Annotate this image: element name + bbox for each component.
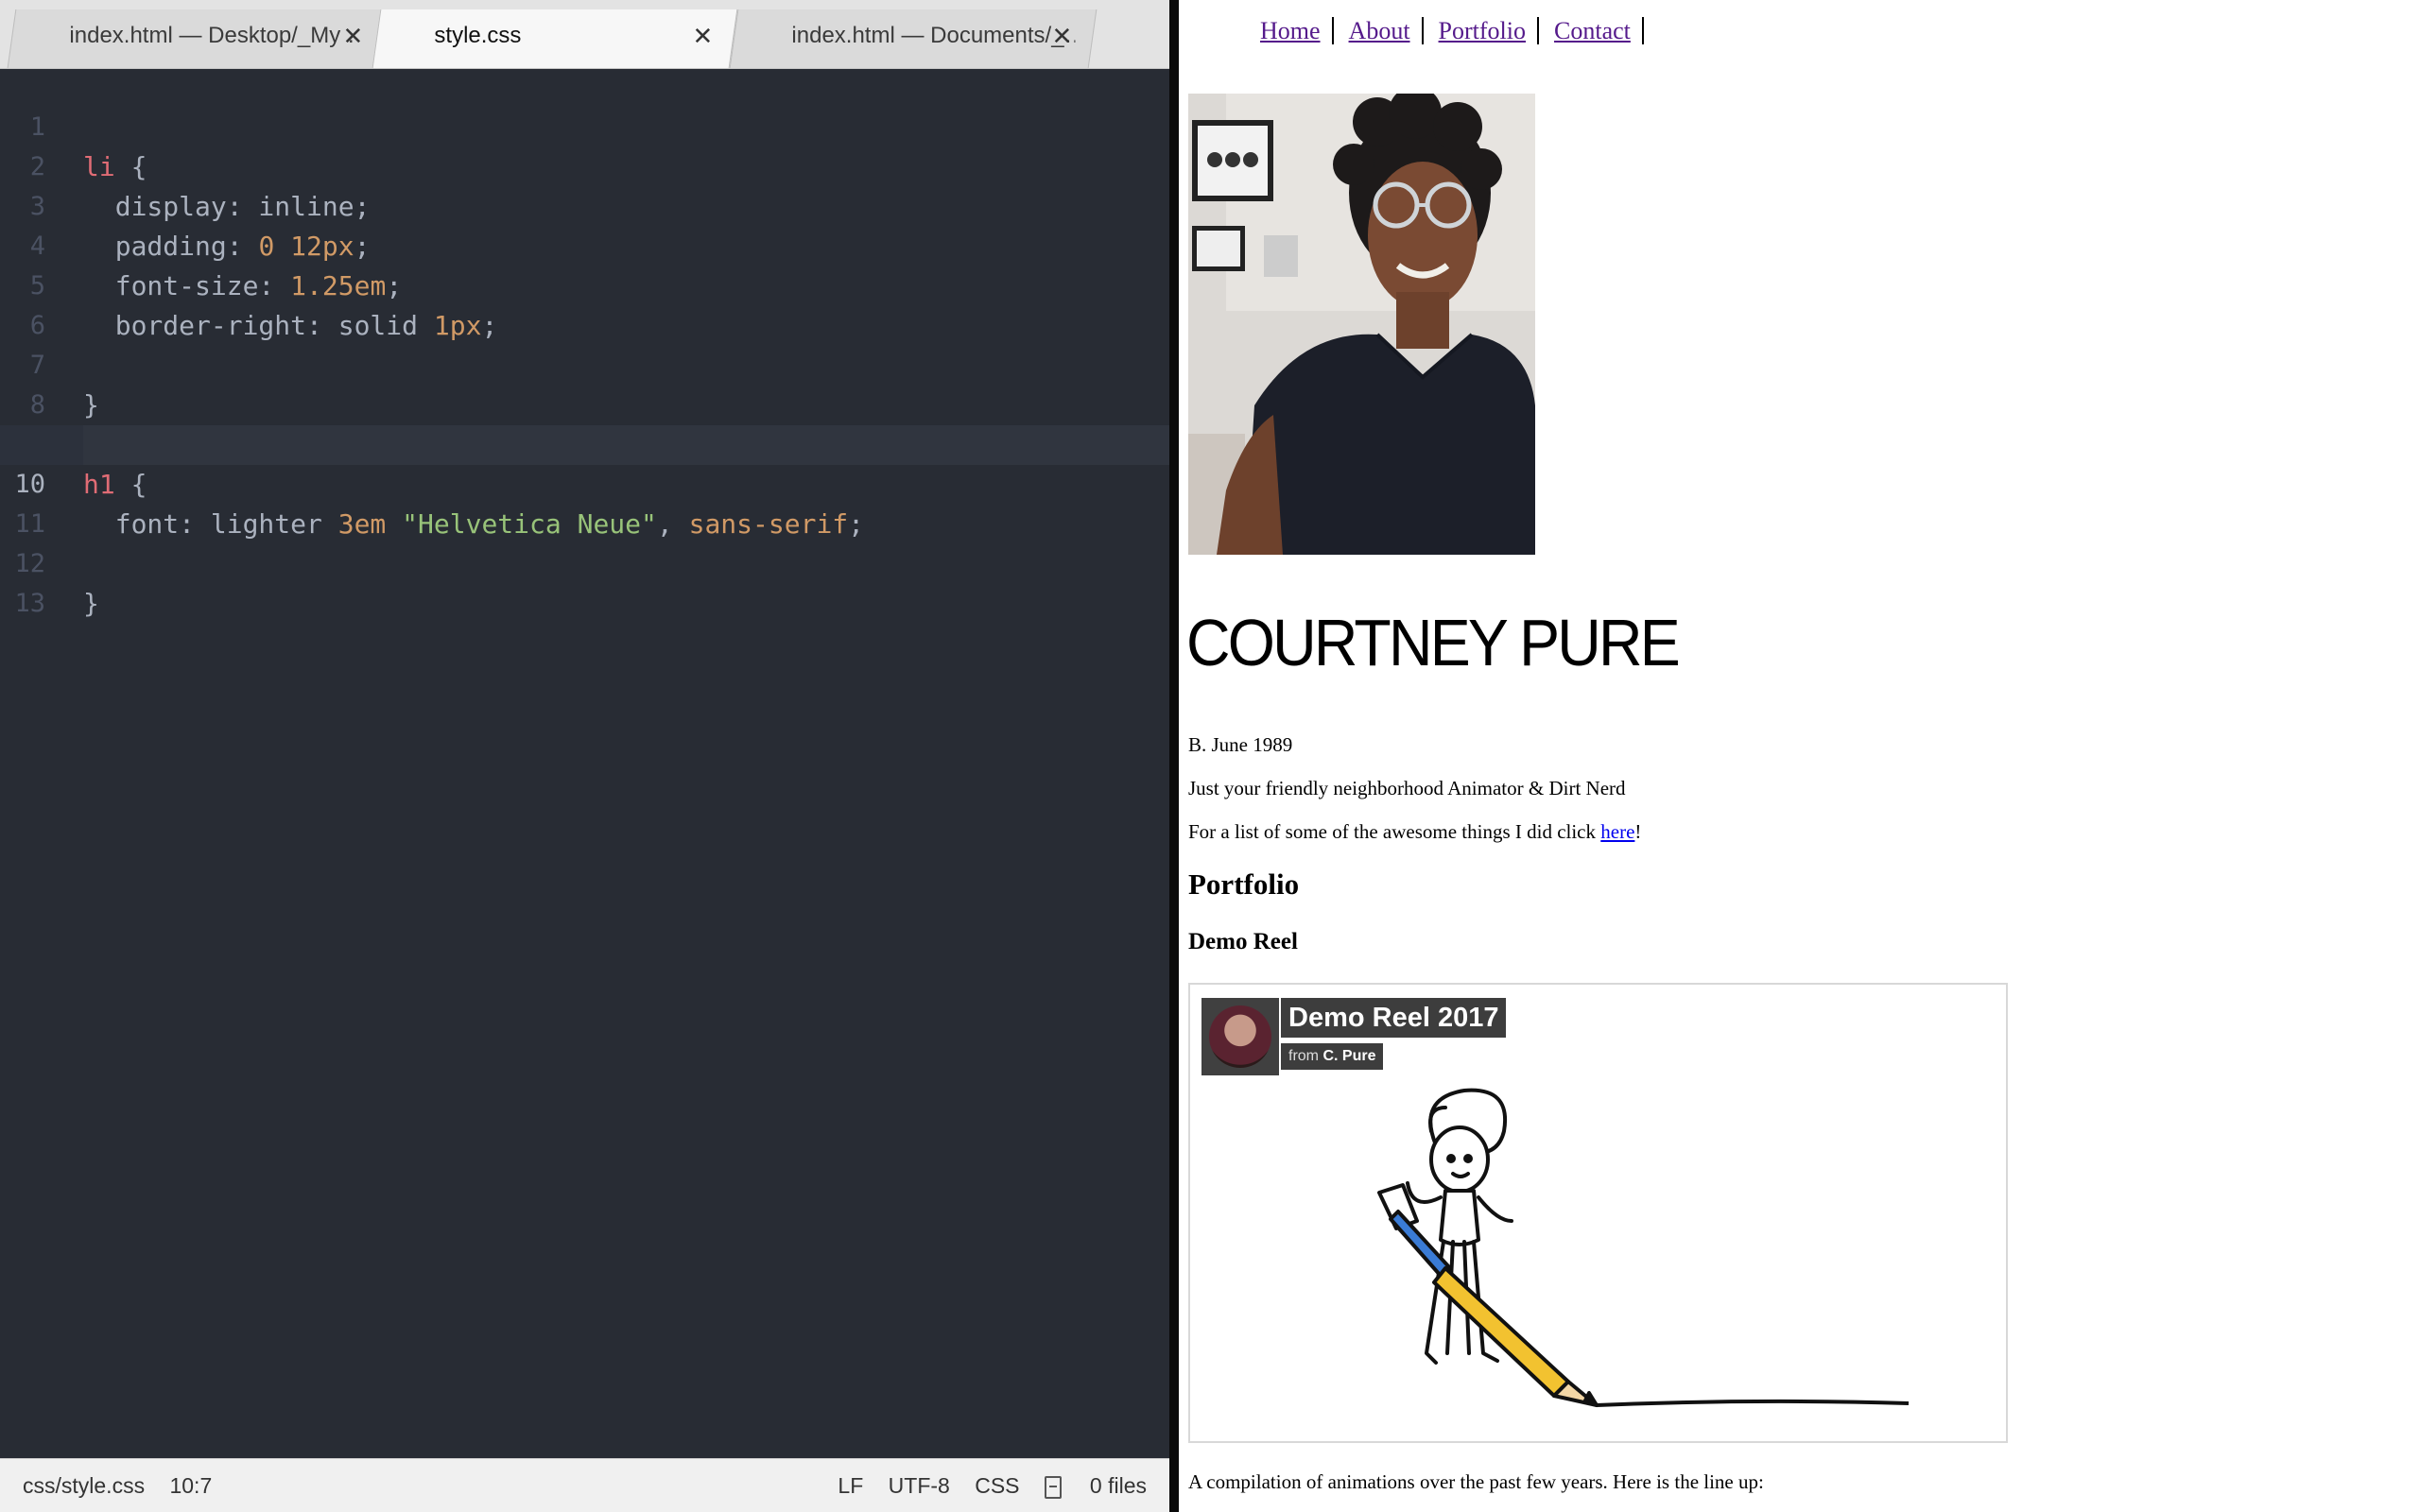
code-line: 1 li { xyxy=(0,68,1169,182)
nav-link-about[interactable]: About xyxy=(1349,17,1410,44)
status-encoding[interactable]: UTF-8 xyxy=(889,1473,950,1498)
close-icon[interactable]: ✕ xyxy=(689,9,716,62)
line-number: 13 xyxy=(14,589,45,618)
video-caption: A compilation of animations over the pas… xyxy=(1188,1470,1764,1493)
status-line-ending[interactable]: LF xyxy=(838,1473,863,1498)
avatar[interactable] xyxy=(1201,998,1279,1075)
list-paragraph: For a list of some of the awesome things… xyxy=(1188,820,1641,844)
code-line: 7 } xyxy=(0,306,1169,421)
code-area[interactable]: 1 li { 2 display: inline; 3 padding: 0 1… xyxy=(0,68,1169,619)
site-nav: Home About Portfolio Contact xyxy=(1249,17,1644,45)
code-line: 2 display: inline; xyxy=(0,108,1169,222)
profile-photo xyxy=(1188,94,1535,555)
video-embed[interactable]: Demo Reel 2017 from C. Pure xyxy=(1188,983,2008,1443)
close-icon[interactable]: ✕ xyxy=(339,9,366,62)
code-line: 13 xyxy=(0,544,1169,618)
demo-reel-heading: Demo Reel xyxy=(1188,929,1298,954)
close-icon[interactable]: ✕ xyxy=(1048,9,1075,62)
video-byline: from C. Pure xyxy=(1281,1043,1384,1070)
status-grammar[interactable]: CSS xyxy=(975,1473,1019,1498)
status-files-label: 0 files xyxy=(1089,1473,1147,1498)
code-line-current: 10 font: lighter 3em "Helvetica Neue", s… xyxy=(0,425,1169,540)
code-line: 8 xyxy=(0,346,1169,420)
tab-index-html-documents[interactable]: index.html — Documents/_… ✕ xyxy=(729,9,1098,68)
file-icon xyxy=(1044,1475,1062,1499)
browser-preview: Home About Portfolio Contact COURTNEY PU… xyxy=(1179,0,2420,1512)
tab-index-html-desktop[interactable]: index.html — Desktop/_My … ✕ xyxy=(7,9,389,68)
nav-item-home: Home xyxy=(1249,17,1334,44)
editor-tab-bar: index.html — Desktop/_My … ✕ index.html … xyxy=(0,0,1169,69)
byline-author[interactable]: C. Pure xyxy=(1322,1048,1375,1064)
status-cursor-position[interactable]: 10:7 xyxy=(169,1473,212,1498)
birth-date: B. June 1989 xyxy=(1188,733,1293,756)
pane-divider[interactable] xyxy=(1169,0,1179,1512)
nav-link-contact[interactable]: Contact xyxy=(1554,17,1631,44)
page-title: COURTNEY PURE xyxy=(1186,606,1681,679)
tab-label: index.html — Documents/_… xyxy=(791,23,1076,48)
code-line: 4 font-size: 1.25em; xyxy=(0,187,1169,301)
code-line: 12 } xyxy=(0,505,1169,619)
code-line: 9 h1 { xyxy=(0,386,1169,500)
list-prefix: For a list of some of the awesome things… xyxy=(1188,820,1601,843)
list-suffix: ! xyxy=(1634,820,1642,843)
nav-link-portfolio[interactable]: Portfolio xyxy=(1439,17,1526,44)
code-editor: index.html — Desktop/_My … ✕ index.html … xyxy=(0,0,1169,1512)
nav-item-portfolio: Portfolio xyxy=(1426,17,1539,44)
nav-item-contact: Contact xyxy=(1543,17,1644,44)
animated-character-illustration xyxy=(1377,1088,1910,1407)
code-line: 3 padding: 0 12px; xyxy=(0,147,1169,262)
code-line: 6 xyxy=(0,266,1169,340)
here-link[interactable]: here xyxy=(1600,820,1634,843)
status-files[interactable]: 0 files xyxy=(1044,1473,1147,1499)
byline-from: from xyxy=(1288,1048,1319,1064)
code-line: 11 xyxy=(0,465,1169,539)
tab-style-css[interactable]: style.css ✕ xyxy=(372,9,738,68)
status-bar: css/style.css 10:7 LF UTF-8 CSS 0 files xyxy=(0,1458,1169,1512)
portfolio-heading: Portfolio xyxy=(1188,868,1300,901)
video-title[interactable]: Demo Reel 2017 xyxy=(1281,998,1507,1038)
tagline: Just your friendly neighborhood Animator… xyxy=(1188,777,1626,799)
nav-item-about: About xyxy=(1337,17,1424,44)
nav-link-home[interactable]: Home xyxy=(1260,17,1321,44)
tab-label: index.html — Desktop/_My … xyxy=(69,23,354,48)
code-line: 5 border-right: solid 1px; xyxy=(0,227,1169,341)
status-file-path[interactable]: css/style.css xyxy=(23,1473,145,1498)
tab-label: style.css xyxy=(434,23,522,48)
